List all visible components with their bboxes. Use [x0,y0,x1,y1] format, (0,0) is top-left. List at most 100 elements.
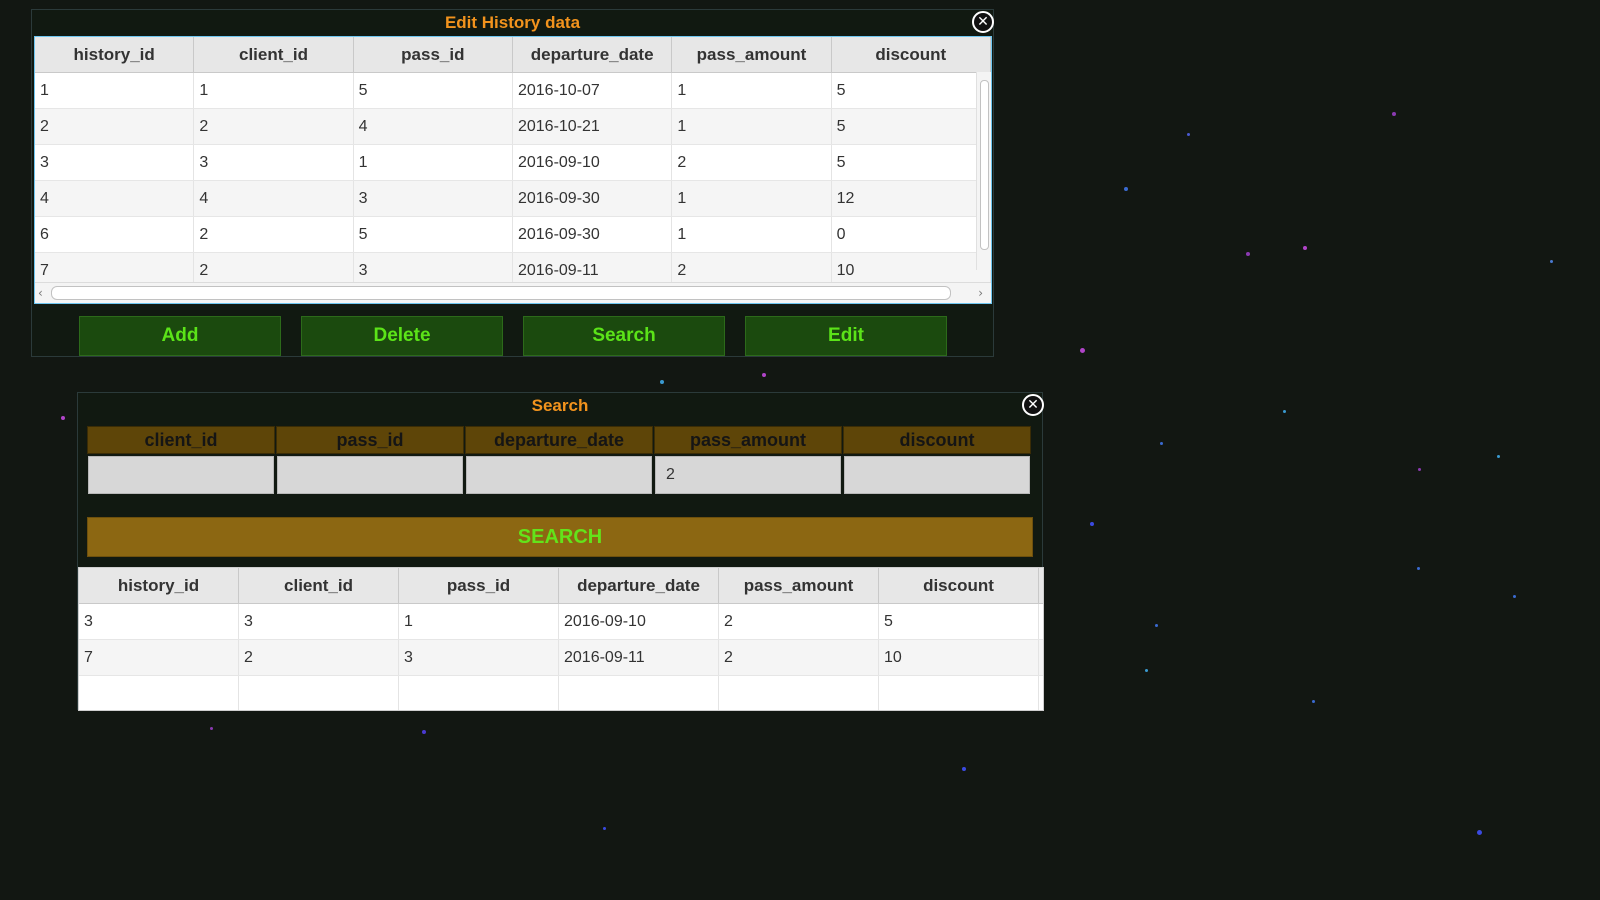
column-header-discount[interactable]: discount [832,37,991,72]
cell-pass-id: 5 [354,73,513,108]
cell-client-id: 3 [239,604,399,639]
results-table-header: history_id client_id pass_id departure_d… [79,568,1043,604]
search-window-title: Search [531,396,589,415]
results-table-body: 3 3 1 2016-09-10 2 5 7 2 3 2016-09-11 2 … [79,604,1043,710]
search-input-client-id[interactable] [88,456,274,494]
cell-client-id: 2 [194,217,354,252]
table-row[interactable]: 6 2 5 2016-09-30 1 0 [35,217,991,253]
column-header-history-id[interactable]: history_id [35,37,195,72]
cell-history-id: 1 [35,73,195,108]
search-input-pass-id[interactable] [277,456,463,494]
cell-pass-amount: 1 [672,109,832,144]
cell-client-id: 1 [194,73,354,108]
column-header-history-id[interactable]: history_id [79,568,239,603]
cell-discount: 5 [832,145,991,180]
table-header: history_id client_id pass_id departure_d… [35,37,991,73]
cell-client-id: 2 [239,640,399,675]
cell-pass-amount: 1 [672,181,832,216]
search-window: Search ✕ client_id pass_id departure_dat… [77,392,1044,711]
search-label-pass-id: pass_id [276,426,464,454]
empty-cell [399,676,559,710]
search-results-table[interactable]: history_id client_id pass_id departure_d… [78,567,1044,711]
cell-history-id: 2 [35,109,195,144]
cell-discount: 5 [832,73,991,108]
table-row[interactable]: 7 2 3 2016-09-11 2 10 [79,640,1043,676]
search-input-departure-date[interactable] [466,456,652,494]
table-body: 1 1 5 2016-10-07 1 5 2 2 4 2016-10-21 1 … [35,73,991,289]
history-table[interactable]: history_id client_id pass_id departure_d… [34,36,992,304]
cell-discount: 10 [879,640,1039,675]
column-header-client-id[interactable]: client_id [239,568,399,603]
search-window-close-button[interactable]: ✕ [1022,394,1044,416]
column-header-pass-amount[interactable]: pass_amount [719,568,879,603]
edit-button[interactable]: Edit [745,316,947,356]
edit-window-close-button[interactable]: ✕ [972,11,994,33]
empty-cell [719,676,879,710]
cell-discount: 5 [879,604,1039,639]
column-header-pass-id[interactable]: pass_id [354,37,513,72]
cell-history-id: 4 [35,181,195,216]
cell-departure-date: 2016-10-07 [513,73,673,108]
edit-history-window: Edit History data ✕ history_id client_id… [31,9,994,357]
add-button[interactable]: Add [79,316,281,356]
column-header-pass-id[interactable]: pass_id [399,568,559,603]
cell-pass-amount: 2 [672,145,832,180]
cell-pass-id: 3 [399,640,559,675]
cell-history-id: 6 [35,217,195,252]
search-button[interactable]: Search [523,316,725,356]
cell-discount: 0 [832,217,991,252]
search-label-client-id: client_id [87,426,275,454]
empty-cell [239,676,399,710]
empty-cell [879,676,1039,710]
search-submit-button[interactable]: SEARCH [87,517,1033,557]
column-header-discount[interactable]: discount [879,568,1039,603]
cell-discount: 5 [832,109,991,144]
vertical-scrollbar[interactable] [976,72,991,270]
cell-history-id: 3 [35,145,195,180]
empty-table-row [79,676,1043,710]
search-input-pass-amount[interactable] [655,456,841,494]
edit-window-title: Edit History data [444,13,581,32]
vertical-scrollbar-thumb[interactable] [980,80,989,250]
cell-departure-date: 2016-09-10 [559,604,719,639]
column-header-client-id[interactable]: client_id [194,37,354,72]
delete-button[interactable]: Delete [301,316,503,356]
cell-pass-id: 1 [354,145,513,180]
table-row[interactable]: 3 3 1 2016-09-10 2 5 [79,604,1043,640]
column-header-departure-date[interactable]: departure_date [513,37,673,72]
close-icon: ✕ [974,13,992,31]
table-row[interactable]: 1 1 5 2016-10-07 1 5 [35,73,991,109]
search-label-departure-date: departure_date [465,426,653,454]
cell-departure-date: 2016-09-10 [513,145,673,180]
cell-departure-date: 2016-09-30 [513,217,673,252]
column-header-departure-date[interactable]: departure_date [559,568,719,603]
empty-cell [559,676,719,710]
search-input-discount[interactable] [844,456,1030,494]
table-row[interactable]: 3 3 1 2016-09-10 2 5 [35,145,991,181]
cell-pass-id: 4 [354,109,513,144]
empty-cell [79,676,239,710]
cell-departure-date: 2016-09-30 [513,181,673,216]
cell-history-id: 3 [79,604,239,639]
cell-history-id: 7 [79,640,239,675]
cell-pass-id: 3 [354,181,513,216]
table-row[interactable]: 2 2 4 2016-10-21 1 5 [35,109,991,145]
cell-pass-amount: 1 [672,217,832,252]
close-icon: ✕ [1024,396,1042,414]
horizontal-scrollbar[interactable]: ‹ › [35,282,991,303]
scroll-left-icon[interactable]: ‹ [38,287,43,299]
cell-client-id: 3 [194,145,354,180]
scroll-right-icon[interactable]: › [978,287,983,299]
cell-client-id: 4 [194,181,354,216]
cell-departure-date: 2016-10-21 [513,109,673,144]
horizontal-scrollbar-thumb[interactable] [51,286,951,300]
cell-pass-amount: 2 [719,640,879,675]
search-label-pass-amount: pass_amount [654,426,842,454]
table-row[interactable]: 4 4 3 2016-09-30 1 12 [35,181,991,217]
cell-pass-id: 1 [399,604,559,639]
search-label-discount: discount [843,426,1031,454]
cell-pass-amount: 1 [672,73,832,108]
cell-departure-date: 2016-09-11 [559,640,719,675]
column-header-pass-amount[interactable]: pass_amount [672,37,832,72]
cell-client-id: 2 [194,109,354,144]
